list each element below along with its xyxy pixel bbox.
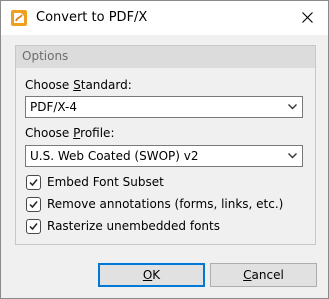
checkmark-icon xyxy=(29,201,38,209)
chevron-down-icon xyxy=(288,153,297,159)
checkbox-label: Embed Font Subset xyxy=(47,175,164,189)
checkmark-icon xyxy=(29,223,38,231)
checkbox-box[interactable] xyxy=(26,175,41,190)
close-icon xyxy=(302,12,313,23)
options-group-header: Options xyxy=(16,46,315,68)
checkbox-label: Remove annotations (forms, links, etc.) xyxy=(47,197,284,211)
window-title: Convert to PDF/X xyxy=(36,10,148,25)
options-group: Options Choose Standard: PDF/X-4 Choose … xyxy=(15,45,316,245)
close-button[interactable] xyxy=(288,1,328,35)
checkbox-label: Rasterize unembedded fonts xyxy=(47,219,220,233)
choose-profile-label: Choose Profile: xyxy=(25,126,115,140)
choose-standard-label: Choose Standard: xyxy=(25,78,132,92)
profile-select-value: U.S. Web Coated (SWOP) v2 xyxy=(30,149,199,163)
chevron-down-icon xyxy=(288,104,297,110)
profile-select[interactable]: U.S. Web Coated (SWOP) v2 xyxy=(25,145,303,167)
standard-select[interactable]: PDF/X-4 xyxy=(25,96,303,118)
app-logo-icon xyxy=(11,10,27,26)
ok-button[interactable]: OK xyxy=(98,263,205,287)
checkbox-box[interactable] xyxy=(26,197,41,212)
checkbox-box[interactable] xyxy=(26,219,41,234)
title-bar: Convert to PDF/X xyxy=(1,1,328,35)
cancel-button[interactable]: Cancel xyxy=(210,263,317,287)
standard-select-value: PDF/X-4 xyxy=(30,100,78,114)
checkmark-icon xyxy=(29,179,38,187)
convert-to-pdfx-dialog: Convert to PDF/X Options Choose Standard… xyxy=(0,0,329,299)
options-group-title: Options xyxy=(22,49,69,63)
